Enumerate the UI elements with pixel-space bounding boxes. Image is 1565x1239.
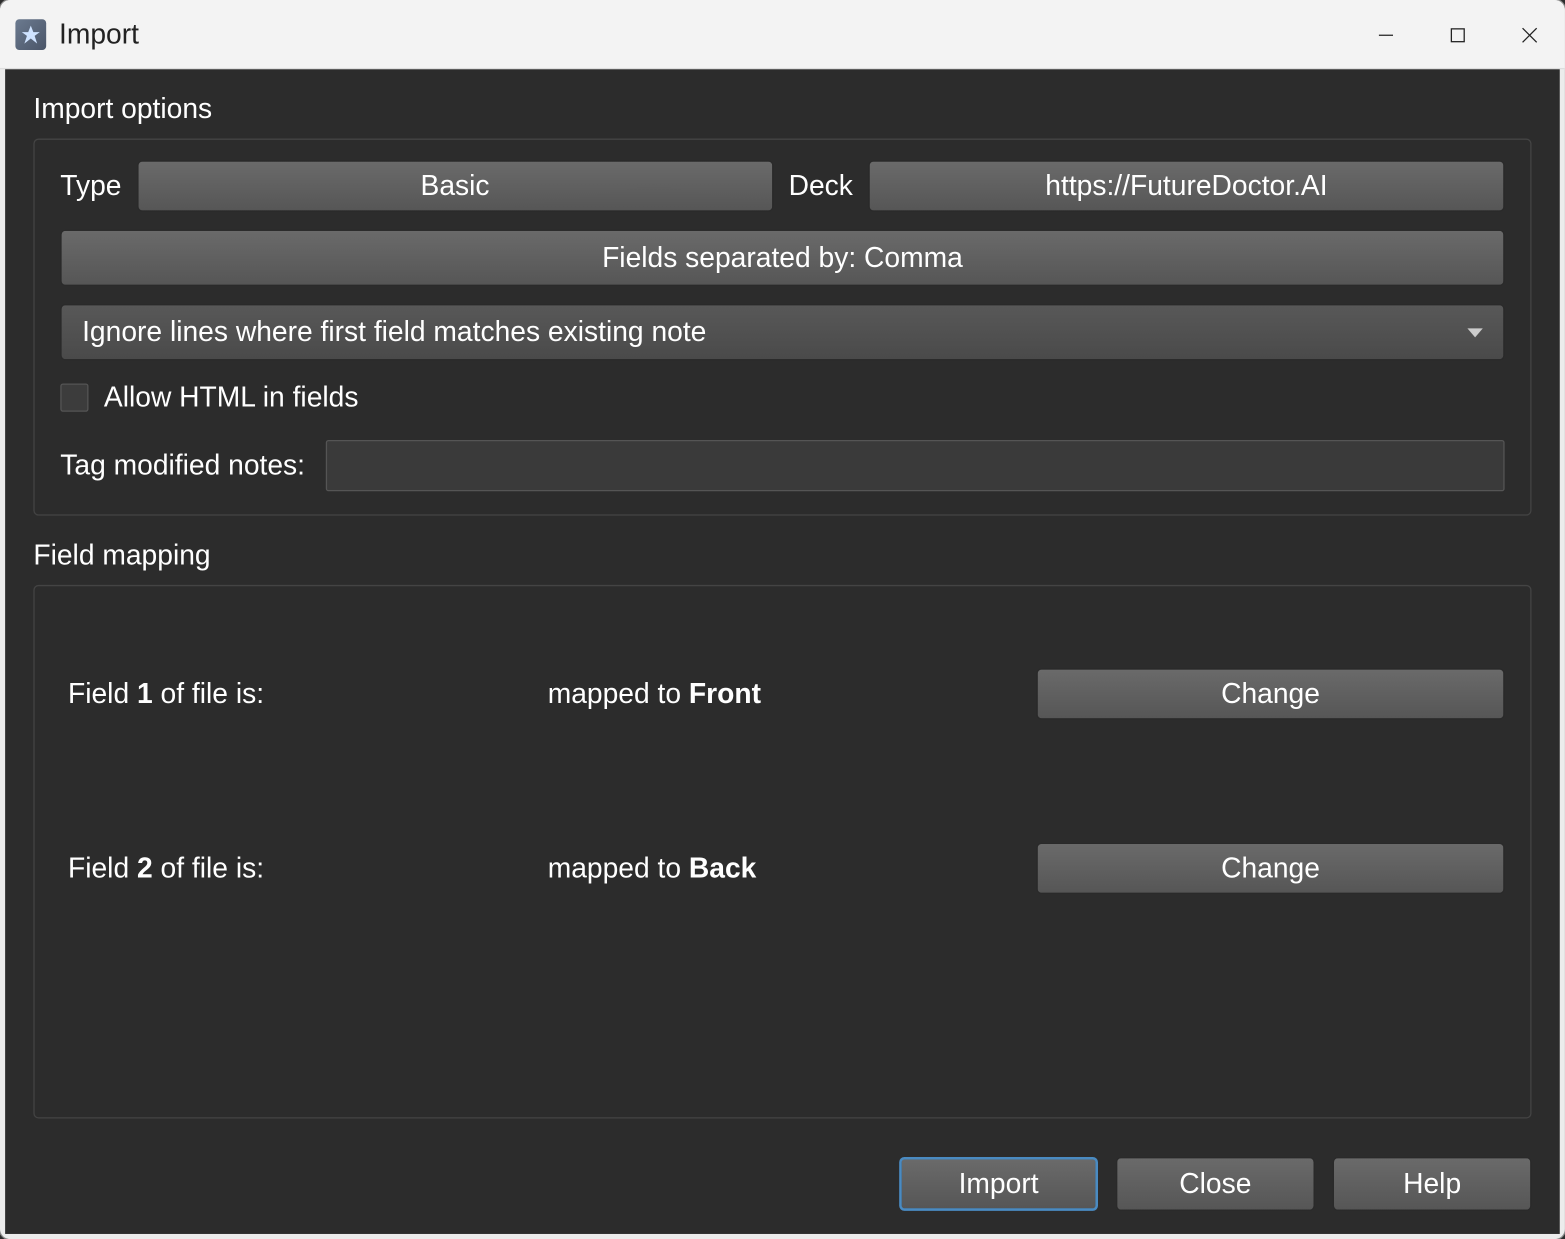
field-separator-button[interactable]: Fields separated by: Comma xyxy=(60,230,1504,286)
close-button[interactable] xyxy=(1493,0,1565,69)
tag-input[interactable] xyxy=(326,440,1505,491)
mapping-row: Field 2 of file is: mapped to Back Chang… xyxy=(60,781,1504,955)
mapping-target-label: mapped to Back xyxy=(548,852,1030,885)
chevron-down-icon xyxy=(1467,328,1482,337)
import-mode-dropdown[interactable]: Ignore lines where first field matches e… xyxy=(60,304,1504,360)
import-options-group: Type Basic Deck https://FutureDoctor.AI … xyxy=(33,139,1531,516)
mapping-field-label: Field 2 of file is: xyxy=(60,852,547,885)
titlebar: Import xyxy=(0,0,1565,69)
type-label: Type xyxy=(60,169,121,202)
footer: Import Close Help xyxy=(33,1142,1531,1211)
minimize-button[interactable] xyxy=(1349,0,1421,69)
content: Import options Type Basic Deck https://F… xyxy=(5,69,1560,1234)
app-icon xyxy=(15,19,46,50)
import-mode-value: Ignore lines where first field matches e… xyxy=(82,316,706,349)
deck-button[interactable]: https://FutureDoctor.AI xyxy=(868,160,1504,211)
allow-html-checkbox[interactable] xyxy=(60,384,88,412)
field-mapping-group: Field 1 of file is: mapped to Front Chan… xyxy=(33,585,1531,1119)
window-title: Import xyxy=(59,17,139,50)
mapping-target-label: mapped to Front xyxy=(548,677,1030,710)
allow-html-label: Allow HTML in fields xyxy=(104,381,359,414)
deck-label: Deck xyxy=(789,169,853,202)
close-dialog-button[interactable]: Close xyxy=(1116,1157,1315,1211)
type-button[interactable]: Basic xyxy=(137,160,773,211)
import-button[interactable]: Import xyxy=(899,1157,1098,1211)
change-button[interactable]: Change xyxy=(1036,843,1504,894)
import-dialog: Import Import options Type Basic Deck ht… xyxy=(0,0,1565,1239)
maximize-button[interactable] xyxy=(1421,0,1493,69)
help-button[interactable]: Help xyxy=(1333,1157,1532,1211)
mapping-row: Field 1 of file is: mapped to Front Chan… xyxy=(60,607,1504,781)
mapping-field-label: Field 1 of file is: xyxy=(60,677,547,710)
import-options-title: Import options xyxy=(33,92,1531,125)
tag-label: Tag modified notes: xyxy=(60,449,305,482)
field-mapping-title: Field mapping xyxy=(33,539,1531,572)
change-button[interactable]: Change xyxy=(1036,668,1504,719)
